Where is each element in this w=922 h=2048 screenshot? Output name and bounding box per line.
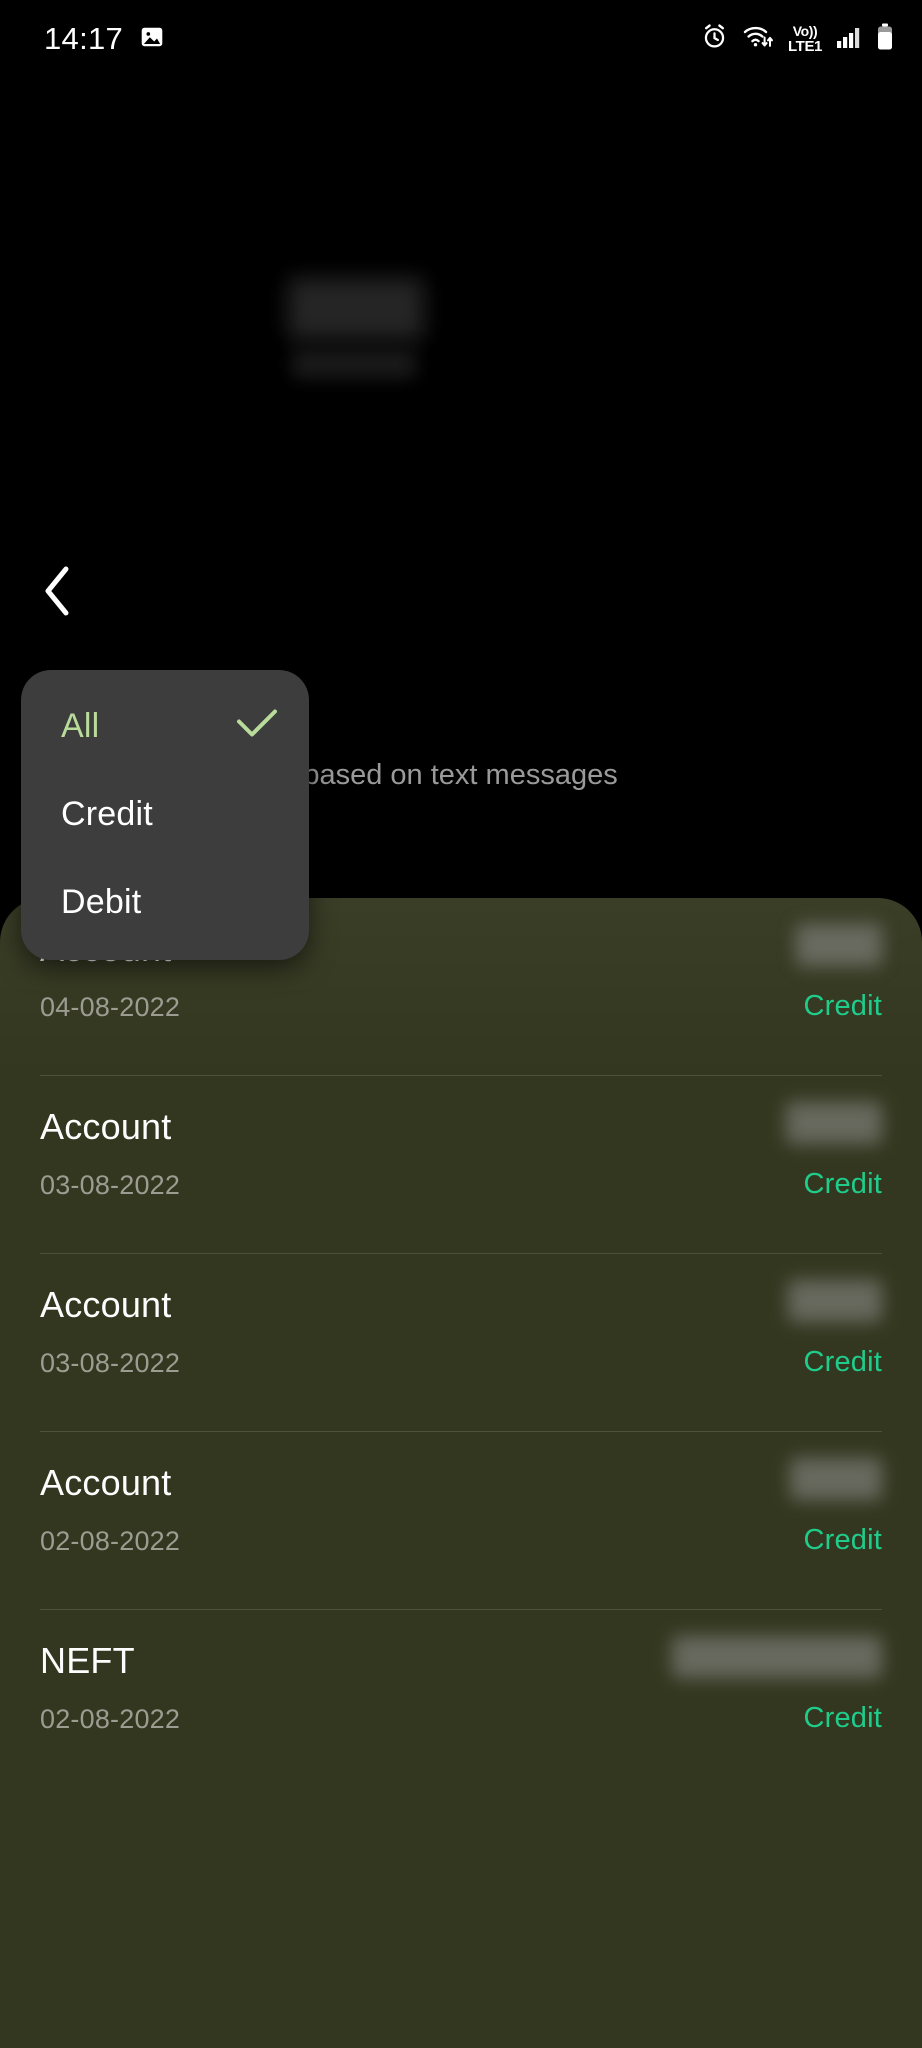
transaction-title: NEFT bbox=[40, 1640, 135, 1681]
transaction-date: 02-08-2022 bbox=[40, 1526, 181, 1556]
transaction-type: Credit bbox=[803, 1524, 882, 1556]
table-row[interactable]: NEFT 02-08-2022 Credit bbox=[40, 1610, 882, 1788]
table-row[interactable]: Account 02-08-2022 Credit bbox=[40, 1432, 882, 1610]
transaction-type: Credit bbox=[803, 1702, 882, 1734]
menu-item-label: Credit bbox=[61, 794, 153, 833]
redacted-subheader-block bbox=[292, 350, 416, 378]
status-bar-left: 14:17 bbox=[44, 21, 165, 57]
signal-bars-icon bbox=[836, 24, 862, 55]
status-bar: 14:17 Vo)) LTE1 bbox=[0, 0, 922, 78]
chevron-left-icon bbox=[40, 565, 74, 622]
transaction-type: Credit bbox=[803, 1168, 882, 1200]
menu-item-credit[interactable]: Credit bbox=[21, 770, 309, 858]
transaction-amount-redacted bbox=[788, 1280, 882, 1322]
transaction-type: Credit bbox=[803, 990, 882, 1022]
transaction-amount-redacted bbox=[790, 1458, 882, 1500]
menu-item-all[interactable]: All bbox=[21, 682, 309, 770]
table-row[interactable]: Account 03-08-2022 Credit bbox=[40, 1254, 882, 1432]
phone-screen: 14:17 Vo)) LTE1 This information is base… bbox=[0, 0, 922, 2048]
volte-bottom-label: LTE1 bbox=[788, 38, 822, 55]
status-bar-right: Vo)) LTE1 bbox=[701, 23, 894, 56]
transactions-card: Account 04-08-2022 Credit Account 03-08-… bbox=[0, 898, 922, 2048]
transaction-date: 02-08-2022 bbox=[40, 1704, 181, 1734]
transaction-date: 04-08-2022 bbox=[40, 992, 181, 1022]
transaction-type: Credit bbox=[803, 1346, 882, 1378]
transaction-date: 03-08-2022 bbox=[40, 1348, 181, 1378]
image-icon bbox=[139, 24, 165, 55]
check-icon bbox=[235, 707, 279, 746]
table-row[interactable]: Account 03-08-2022 Credit bbox=[40, 1076, 882, 1254]
transaction-amount-redacted bbox=[796, 924, 882, 966]
transaction-title: Account bbox=[40, 1284, 172, 1325]
redacted-header-block bbox=[288, 278, 424, 340]
battery-icon bbox=[876, 23, 894, 56]
status-bar-clock: 14:17 bbox=[44, 21, 124, 56]
menu-item-label: Debit bbox=[61, 882, 142, 921]
menu-item-label: All bbox=[61, 706, 100, 745]
transactions-list: Account 04-08-2022 Credit Account 03-08-… bbox=[0, 898, 922, 1788]
back-button[interactable] bbox=[26, 562, 88, 624]
menu-item-debit[interactable]: Debit bbox=[21, 858, 309, 946]
filter-dropdown-menu[interactable]: All Credit Debit bbox=[21, 670, 309, 960]
volte-icon: Vo)) LTE1 bbox=[788, 24, 822, 54]
transaction-amount-redacted bbox=[786, 1102, 882, 1144]
wifi-transfer-icon bbox=[742, 23, 774, 55]
transaction-date: 03-08-2022 bbox=[40, 1170, 181, 1200]
alarm-icon bbox=[701, 23, 728, 55]
transaction-title: Account bbox=[40, 1462, 172, 1503]
transaction-amount-redacted bbox=[672, 1636, 882, 1678]
transaction-title: Account bbox=[40, 1106, 172, 1147]
volte-top-label: Vo)) bbox=[792, 23, 818, 39]
